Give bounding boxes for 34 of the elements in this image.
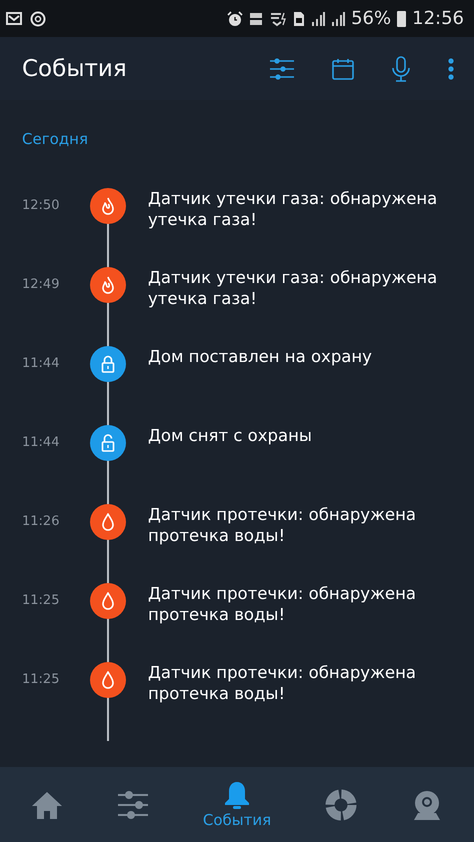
calendar-icon[interactable]	[332, 58, 354, 80]
microphone-icon[interactable]	[392, 56, 410, 82]
event-time: 11:44	[21, 355, 60, 373]
home-icon[interactable]	[30, 790, 63, 820]
filter-sliders-icon[interactable]	[270, 58, 294, 80]
event-message[interactable]: Дом снят с охраны	[130, 425, 474, 504]
event-time: 11:25	[21, 671, 60, 689]
event-time: 11:25	[21, 592, 60, 610]
ring-chart-icon[interactable]	[325, 788, 358, 820]
signal-icon	[331, 12, 346, 26]
event-time: 11:26	[21, 513, 60, 531]
signal-icon	[311, 12, 326, 26]
date-header: Сегодня	[22, 130, 89, 148]
sync-icon	[30, 10, 46, 26]
more-menu-icon[interactable]	[448, 58, 454, 80]
event-time: 12:50	[21, 197, 60, 215]
battery-icon	[397, 10, 406, 26]
event-message[interactable]: Датчик утечки газа: обнаружена утечка газа!	[130, 188, 474, 267]
sliders-icon[interactable]	[116, 788, 149, 820]
event-message[interactable]: Датчик протечки: обнаружена протечка воды!	[130, 583, 474, 662]
event-message[interactable]: Датчик протечки: обнаружена протечка воды!	[130, 504, 474, 583]
clock: 12:56	[412, 8, 464, 29]
event-message[interactable]: Дом поставлен на охрану	[130, 346, 474, 425]
screen-title: События	[22, 56, 128, 82]
alarm-clock-icon	[227, 10, 244, 26]
event-time: 12:49	[21, 276, 60, 294]
mail-icon	[6, 12, 22, 25]
event-message[interactable]: Датчик протечки: обнаружена протечка воды!	[130, 662, 474, 741]
nav-tab[interactable]: События	[194, 776, 280, 832]
battery-level: 56%	[351, 8, 392, 29]
sim-icon	[293, 10, 306, 26]
event-time: 11:44	[21, 434, 60, 452]
bell-icon[interactable]	[224, 780, 250, 808]
event-message[interactable]: Датчик утечки газа: обнаружена утечка газа!	[130, 267, 474, 346]
